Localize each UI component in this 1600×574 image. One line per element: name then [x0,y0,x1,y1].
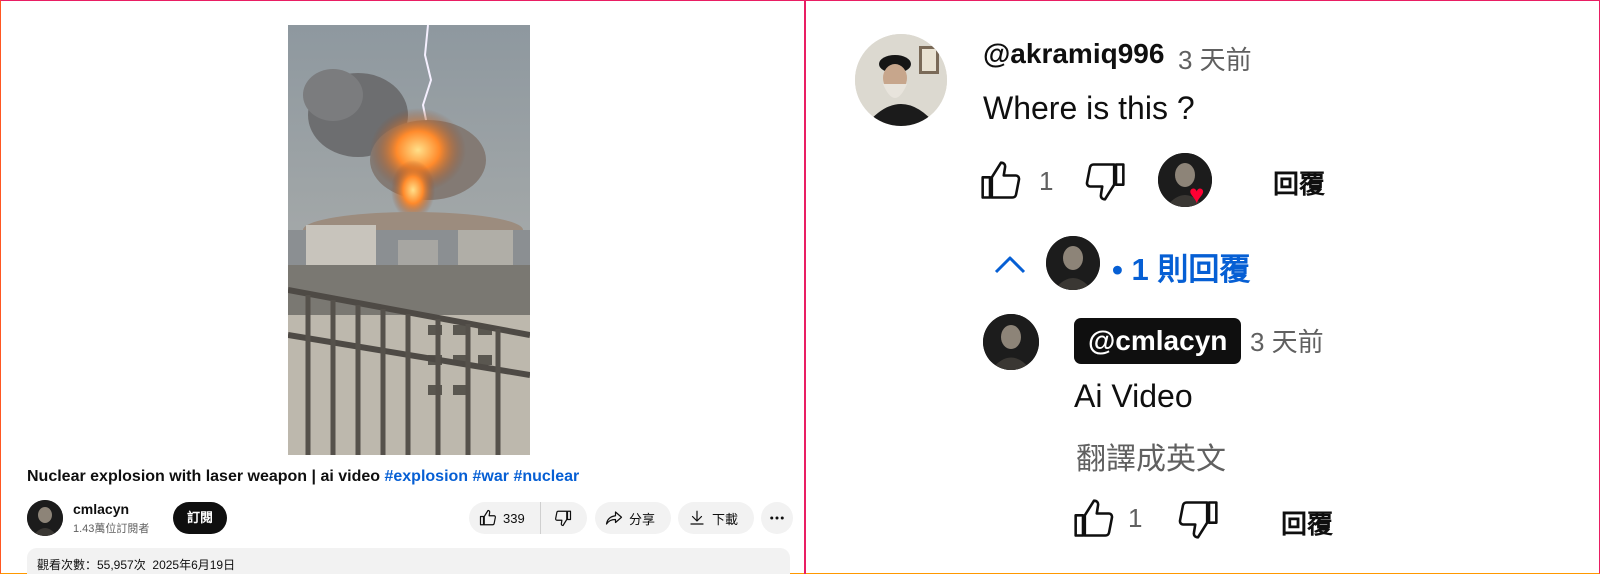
comment-author[interactable]: @akramiq996 [983,38,1164,70]
thumbs-down-icon [555,510,572,527]
reply-like-button[interactable] [1072,497,1116,541]
reply-reply-button[interactable]: 回覆 [1281,504,1333,541]
more-actions-button[interactable] [761,502,793,534]
reply-timestamp[interactable]: 3 天前 [1250,322,1324,359]
translate-link[interactable]: 翻譯成英文 [1076,434,1226,478]
reply-author-chip[interactable]: @cmlacyn [1074,318,1242,364]
hashtag-war[interactable]: #war [473,468,509,485]
download-icon [690,510,704,525]
video-watch-panel: Nuclear explosion with laser weapon | ai… [0,0,804,574]
description-meta: 觀看次數：55,957次 2025年6月19日 [37,556,235,573]
channel-avatar-image [27,500,63,536]
view-count: 觀看次數：55,957次 [37,558,146,572]
reply-author-avatar-image [983,314,1039,370]
thumbs-up-icon [1074,499,1114,537]
channel-row: cmlacyn 1.43萬位訂閱者 訂閱 339 分享 下載 [27,500,797,536]
channel-name[interactable]: cmlacyn [73,501,129,517]
share-button[interactable]: 分享 [595,502,671,534]
hashtag-nuclear[interactable]: #nuclear [513,468,579,485]
comment-text: Where is this ? [983,90,1195,126]
like-button[interactable]: 339 [469,502,541,534]
replies-toggle-label[interactable]: • 1 則回覆 [1112,244,1250,289]
comment-like-button[interactable] [979,159,1023,203]
reply-author-avatar[interactable] [983,314,1039,370]
dislike-button[interactable] [541,502,585,534]
video-frame-illustration [288,25,530,455]
download-button[interactable]: 下載 [678,502,754,534]
more-horizontal-icon [770,516,784,520]
thumbs-down-icon [1085,163,1125,201]
video-player[interactable] [288,25,530,455]
comment-dislike-button[interactable] [1083,159,1127,203]
channel-subscriber-count: 1.43萬位訂閱者 [73,523,150,535]
thumbs-up-icon [981,161,1021,199]
subscribe-button[interactable]: 訂閱 [173,502,227,534]
reply-preview-avatar[interactable] [1046,236,1100,290]
like-count: 339 [503,510,525,526]
comment-like-count: 1 [1039,166,1054,196]
upload-date: 2025年6月19日 [152,558,236,572]
description-box[interactable]: 觀看次數：55,957次 2025年6月19日 [27,548,790,574]
creator-heart-badge: ♥ [1158,153,1214,209]
reply-like-count: 1 [1128,503,1143,533]
commenter-avatar[interactable] [855,34,947,126]
share-label: 分享 [629,511,656,527]
thumbs-up-icon [479,509,496,526]
thumbs-down-icon [1178,501,1218,539]
share-icon [605,511,623,525]
collapse-replies-button[interactable] [990,246,1030,286]
comment-reply-button[interactable]: 回覆 [1273,164,1325,201]
reply-preview-avatar-image [1046,236,1100,290]
video-title-text: Nuclear explosion with laser weapon | ai… [27,468,381,485]
download-label: 下載 [712,511,739,527]
reply-text: Ai Video [1074,378,1193,414]
like-dislike-group: 339 [469,502,587,534]
comment-thread-panel: @akramiq996 3 天前 Where is this ? 1 ♥ 回覆 [806,0,1600,574]
video-title: Nuclear explosion with laser weapon | ai… [27,468,579,486]
comment-timestamp[interactable]: 3 天前 [1178,40,1252,77]
reply-dislike-button[interactable] [1176,497,1220,541]
heart-icon: ♥ [1189,179,1205,209]
commenter-avatar-image [855,34,947,126]
chevron-up-icon [994,256,1026,274]
channel-avatar[interactable] [27,500,63,536]
hashtag-explosion[interactable]: #explosion [384,468,468,485]
